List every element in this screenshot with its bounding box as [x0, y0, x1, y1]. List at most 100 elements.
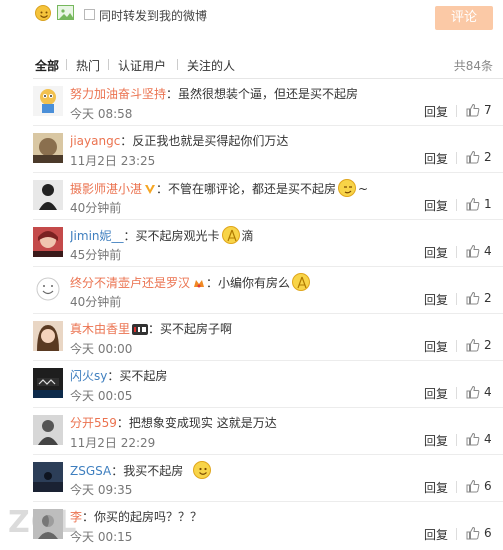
thumbs-up-icon[interactable]: [466, 432, 480, 446]
colon: ：: [148, 322, 161, 336]
comment-toolbar: 同时转发到我的微博 评论: [0, 0, 503, 40]
reply-button[interactable]: 回复: [424, 526, 448, 543]
avatar[interactable]: [33, 368, 63, 398]
thumbs-up-icon[interactable]: [466, 479, 480, 493]
tab-divider: [177, 59, 178, 70]
username-link[interactable]: jiayangc: [70, 134, 120, 148]
reply-button[interactable]: 回复: [424, 338, 448, 355]
comment-text: 买不起房: [119, 369, 168, 383]
thumbs-up-icon[interactable]: [466, 103, 480, 117]
comment-line: ZSGSA：我买不起房: [70, 461, 500, 479]
reply-button[interactable]: 回复: [424, 150, 448, 167]
thumbs-up-icon[interactable]: [466, 385, 480, 399]
pray-emoji-icon: [221, 226, 240, 244]
action-divider: [456, 105, 457, 117]
comment-line: 分开559：把想象变成现实 这就是万达: [70, 414, 500, 432]
comment-row: ZSGSA：我买不起房 今天 09:35 回复 6: [0, 455, 503, 502]
tab-all[interactable]: 全部: [35, 57, 59, 74]
avatar[interactable]: [33, 227, 63, 257]
comment-row: Jimin妮__：买不起房观光卡 滴 45分钟前 回复 4: [0, 220, 503, 267]
like-count: 1: [484, 197, 492, 211]
comment-row: 真木由香里 ：买不起房子啊 今天 00:00 回复 2: [0, 314, 503, 361]
comment-time: 11月2日 23:25: [70, 154, 156, 168]
action-divider: [456, 340, 457, 352]
avatar[interactable]: [33, 274, 63, 304]
colon: ：: [111, 464, 124, 478]
comment-line: jiayangc：反正我也就是买得起你们万达: [70, 132, 500, 150]
avatar[interactable]: [33, 321, 63, 351]
pray-emoji-icon: [292, 273, 311, 291]
comment-time: 今天 08:58: [70, 107, 133, 121]
comment-row: 终分不清壶卢还是罗汉 ：小编你有房么 40分钟前 回复 2: [0, 267, 503, 314]
comment-text-tail: 滴: [241, 229, 254, 243]
action-divider: [456, 246, 457, 258]
comment-submit-button[interactable]: 评论: [435, 6, 493, 30]
reply-button[interactable]: 回复: [424, 197, 448, 214]
smile-icon[interactable]: [35, 5, 51, 21]
username-link[interactable]: 终分不清壶卢还是罗汉: [70, 276, 190, 290]
username-link[interactable]: Jimin妮__: [70, 229, 124, 243]
avatar[interactable]: [33, 180, 63, 210]
comment-row: 分开559：把想象变成现实 这就是万达 11月2日 22:29 回复 4: [0, 408, 503, 455]
like-count: 2: [484, 150, 492, 164]
avatar[interactable]: [33, 462, 63, 492]
username-link[interactable]: 闪火sy: [70, 369, 107, 383]
comment-line: 努力加油奋斗坚持：虽然很想装个逼，但还是买不起房: [70, 85, 500, 103]
reply-button[interactable]: 回复: [424, 432, 448, 449]
like-count: 4: [484, 432, 492, 446]
tab-divider: [66, 59, 67, 70]
username-link[interactable]: 李: [70, 510, 82, 524]
avatar[interactable]: [33, 86, 63, 116]
reply-button[interactable]: 回复: [424, 385, 448, 402]
colon: ：: [116, 416, 129, 430]
tab-hot[interactable]: 热门: [76, 57, 100, 74]
comment-text: 买不起房观光卡: [135, 229, 220, 243]
like-count: 6: [484, 479, 492, 493]
reply-button[interactable]: 回复: [424, 479, 448, 496]
thumbs-up-icon[interactable]: [466, 526, 480, 540]
reply-button[interactable]: 回复: [424, 291, 448, 308]
comment-text-tail: ~: [358, 182, 369, 196]
username-link[interactable]: 摄影师湛小湛: [70, 182, 142, 196]
avatar[interactable]: [33, 509, 63, 539]
thumbs-up-icon[interactable]: [466, 150, 480, 164]
thumbs-up-icon[interactable]: [466, 338, 480, 352]
thumbs-up-icon[interactable]: [466, 244, 480, 258]
action-divider: [456, 387, 457, 399]
action-divider: [456, 152, 457, 164]
reply-button[interactable]: 回复: [424, 244, 448, 261]
tab-verified[interactable]: 认证用户: [118, 57, 166, 74]
verified-v-icon: [145, 185, 156, 194]
avatar[interactable]: [33, 133, 63, 163]
smile-emoji-icon: [193, 461, 212, 479]
comment-line: 摄影师湛小湛 ：不管在哪评论，都还是买不起房 ~: [70, 179, 500, 197]
comment-time: 今天 00:15: [70, 530, 133, 544]
picture-icon[interactable]: [57, 5, 74, 20]
thumbs-up-icon[interactable]: [466, 197, 480, 211]
colon: ：: [206, 276, 219, 290]
avatar[interactable]: [33, 415, 63, 445]
tab-following[interactable]: 关注的人: [187, 57, 235, 74]
comment-time: 今天 00:00: [70, 342, 133, 356]
username-link[interactable]: 努力加油奋斗坚持: [70, 87, 166, 101]
reply-button[interactable]: 回复: [424, 103, 448, 120]
username-link[interactable]: 真木由香里: [70, 322, 130, 336]
username-link[interactable]: 分开559: [70, 416, 117, 430]
like-count: 2: [484, 291, 492, 305]
username-link[interactable]: ZSGSA: [70, 464, 111, 478]
colon: ：: [166, 87, 179, 101]
comment-text: 小编你有房么: [218, 276, 291, 290]
comment-line: 真木由香里 ：买不起房子啊: [70, 320, 500, 338]
comment-row: 摄影师湛小湛 ：不管在哪评论，都还是买不起房 ~ 40分钟前 回复 1: [0, 173, 503, 220]
comment-row: 闪火sy：买不起房 今天 00:05 回复 4: [0, 361, 503, 408]
action-divider: [456, 199, 457, 211]
action-divider: [456, 293, 457, 305]
fan-badge-icon: [194, 280, 205, 288]
thumbs-up-icon[interactable]: [466, 291, 480, 305]
comment-row: 努力加油奋斗坚持：虽然很想装个逼，但还是买不起房 今天 08:58 回复 7: [0, 79, 503, 126]
comment-text: 我买不起房: [123, 464, 184, 478]
repost-checkbox[interactable]: [84, 9, 95, 20]
comment-line: 闪火sy：买不起房: [70, 367, 500, 385]
comment-line: 终分不清壶卢还是罗汉 ：小编你有房么: [70, 273, 500, 291]
comment-time: 今天 09:35: [70, 483, 133, 497]
